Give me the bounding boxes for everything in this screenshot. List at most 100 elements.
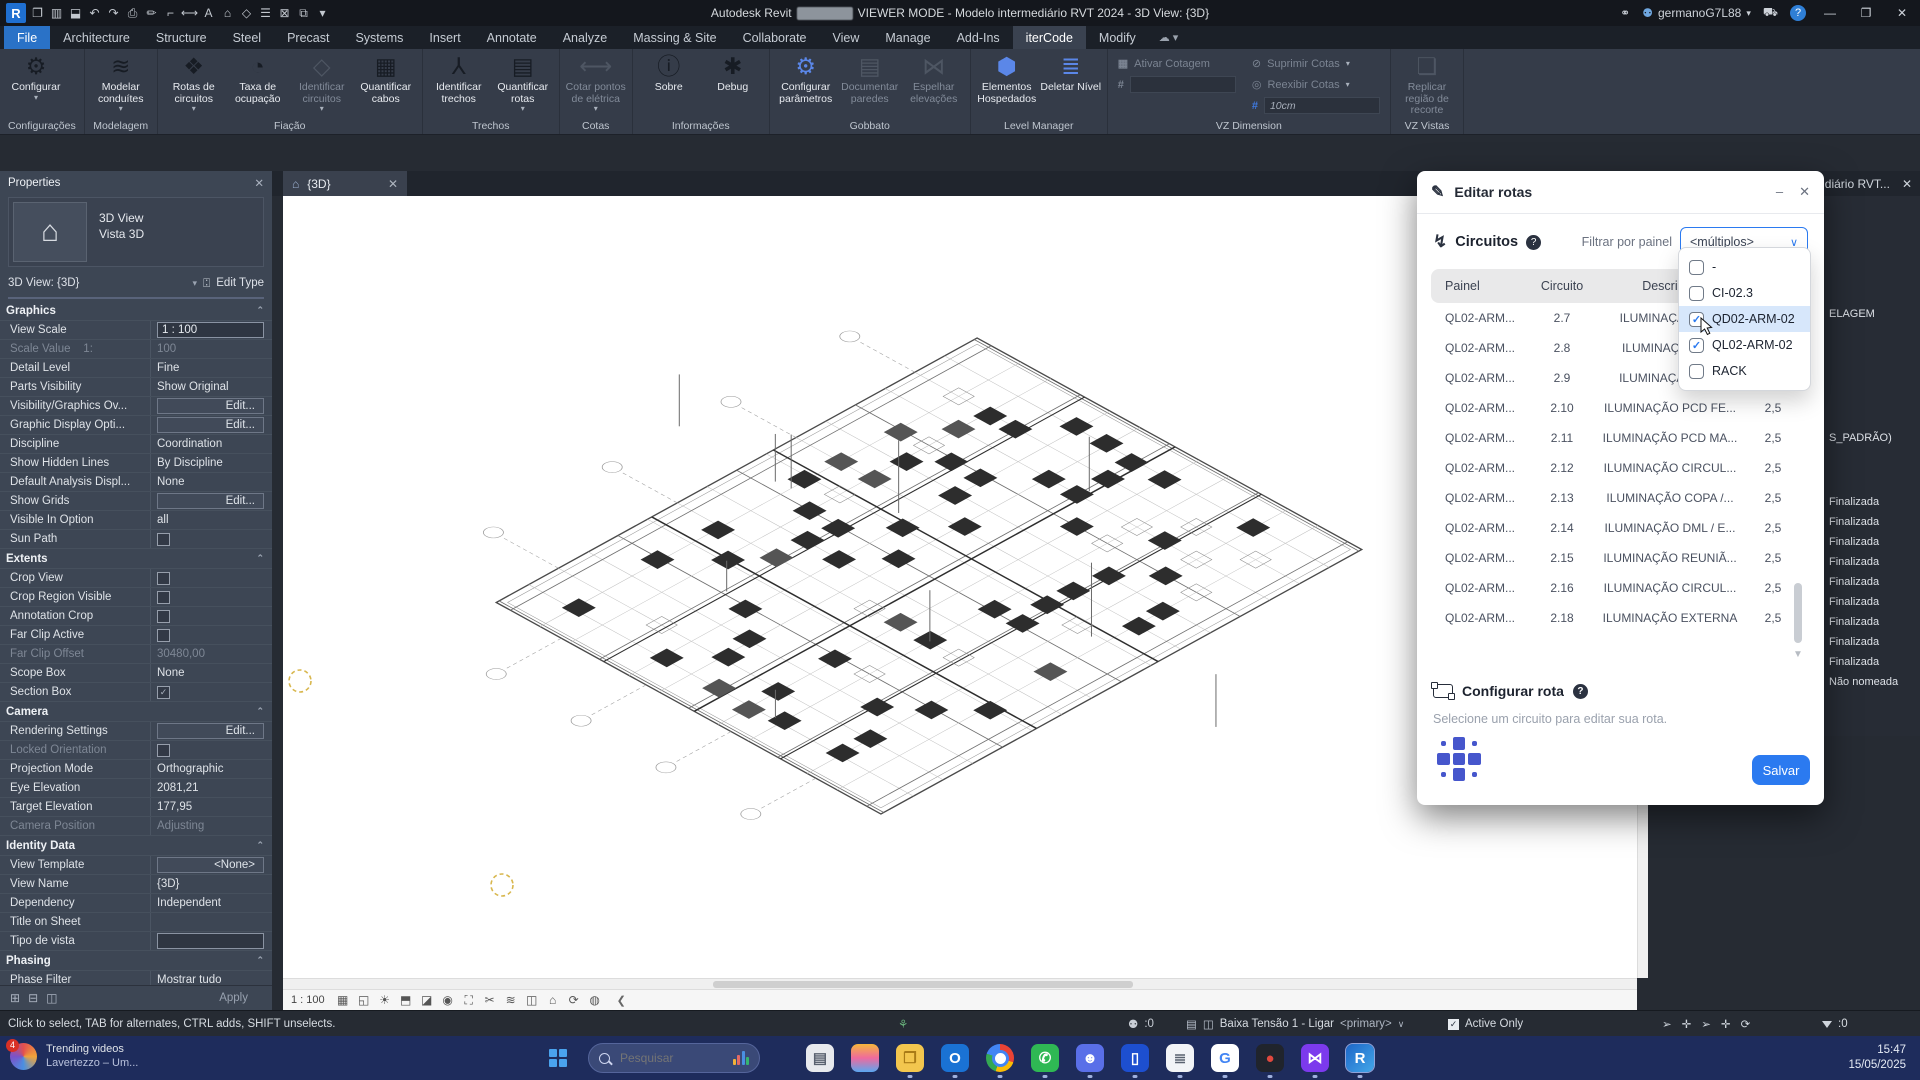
ribbon-button-sobre[interactable]: ⓘSobre	[637, 51, 701, 119]
circuit-row[interactable]: QL02-ARM...2.14ILUMINAÇÃO DML / E...2,5	[1431, 513, 1808, 543]
property-value[interactable]: None	[157, 476, 185, 488]
workset-control[interactable]: ▤ ◫ Baixa Tensão 1 - Ligar <primary> ∨	[1186, 1011, 1404, 1037]
qat-icon[interactable]: A	[199, 3, 218, 23]
edit-button[interactable]: Edit...	[157, 398, 264, 414]
edit-button[interactable]: <None>	[157, 857, 264, 873]
minimize-button[interactable]: —	[1818, 6, 1842, 20]
dimension-value-input[interactable]: 10cm	[1264, 97, 1380, 114]
table-scrollbar[interactable]	[1794, 583, 1802, 643]
visual-studio-icon[interactable]: ⋈	[1301, 1044, 1329, 1072]
news-widget[interactable]: 4 Trending videos Lavertezzo – Um...	[10, 1042, 138, 1070]
qat-icon[interactable]: ⟷	[180, 3, 199, 23]
edit-button[interactable]: Edit...	[157, 417, 264, 433]
checkbox[interactable]: ✓	[157, 686, 170, 699]
view-control-icon[interactable]: ⛶	[460, 993, 478, 1008]
ribbon-tab-insert[interactable]: Insert	[416, 26, 473, 49]
help-icon[interactable]: ?	[1790, 5, 1806, 21]
save-button[interactable]: Salvar	[1752, 755, 1810, 785]
ribbon-tab-architecture[interactable]: Architecture	[50, 26, 143, 49]
checkbox[interactable]	[1689, 260, 1704, 275]
ribbon-tab-massing-site[interactable]: Massing & Site	[620, 26, 729, 49]
ribbon-button-deletar-nivel[interactable]: ≣Deletar Nível	[1039, 51, 1103, 119]
qat-icon[interactable]: ▾	[313, 3, 332, 23]
ribbon-button-configurar-parametros[interactable]: ⚙Configurar parâmetros	[774, 51, 838, 119]
property-value[interactable]: {3D}	[157, 878, 179, 890]
properties-close-icon[interactable]: ✕	[254, 176, 264, 190]
user-menu[interactable]: ⚉ germanoG7L88 ▾	[1642, 6, 1751, 20]
ribbon-button-elementos-hospedados[interactable]: ⬢Elementos Hospedados	[975, 51, 1039, 119]
filter-option-ql02-arm-02[interactable]: ✓QL02-ARM-02	[1679, 332, 1810, 358]
taskbar-clock[interactable]: 15:47 15/05/2025	[1848, 1043, 1906, 1073]
dialog-minimize-button[interactable]: –	[1776, 184, 1783, 200]
suprimir-cotas-button[interactable]: ⊘Suprimir Cotas▾	[1252, 55, 1380, 72]
view-control-icon[interactable]: ◱	[355, 993, 373, 1008]
cart-icon[interactable]: ⛟	[1763, 5, 1778, 21]
taskbar-search[interactable]	[588, 1043, 760, 1073]
column-header[interactable]: Circuito	[1527, 279, 1597, 293]
view-tab-background[interactable]: diário RVT...	[1825, 177, 1890, 191]
apply-button[interactable]: Apply	[205, 992, 262, 1004]
ribbon-tab-precast[interactable]: Precast	[274, 26, 342, 49]
cloud-menu[interactable]: ☁ ▾	[1149, 26, 1189, 49]
circuit-row[interactable]: QL02-ARM...2.13ILUMINAÇÃO COPA /...2,5	[1431, 483, 1808, 513]
checkbox[interactable]	[1689, 364, 1704, 379]
help-icon[interactable]: ?	[1573, 684, 1588, 699]
selection-tool-icon[interactable]: ➢	[1701, 1017, 1711, 1031]
ribbon-button-modelar-conduites[interactable]: ≋Modelar conduítes▾	[89, 51, 153, 119]
notes-icon[interactable]: ≣	[1166, 1044, 1194, 1072]
previous-icon[interactable]: ❮	[617, 994, 626, 1007]
close-icon[interactable]: ✕	[1902, 177, 1912, 191]
properties-list-icon[interactable]: ⊟	[28, 991, 38, 1005]
ribbon-button-debug[interactable]: ✱Debug	[701, 51, 765, 119]
property-value[interactable]: Show Original	[157, 381, 229, 393]
circuit-row[interactable]: QL02-ARM...2.11ILUMINAÇÃO PCD MA...2,5	[1431, 423, 1808, 453]
revit-icon[interactable]: R	[1346, 1044, 1374, 1072]
ribbon-tab-structure[interactable]: Structure	[143, 26, 220, 49]
ribbon-tab-collaborate[interactable]: Collaborate	[730, 26, 820, 49]
circuit-row[interactable]: QL02-ARM...2.12ILUMINAÇÃO CIRCUL...2,5	[1431, 453, 1808, 483]
qat-icon[interactable]: ↷	[104, 3, 123, 23]
ribbon-tab-analyze[interactable]: Analyze	[550, 26, 620, 49]
dialog-close-button[interactable]: ✕	[1799, 184, 1810, 200]
checkbox[interactable]	[157, 629, 170, 642]
ribbon-tab-add-ins[interactable]: Add-Ins	[944, 26, 1013, 49]
view-tab-3d[interactable]: ⌂ {3D} ✕	[283, 171, 407, 196]
edit-button[interactable]: Edit...	[157, 493, 264, 509]
qat-icon[interactable]: ↶	[85, 3, 104, 23]
qat-icon[interactable]: ❐	[28, 3, 47, 23]
close-button[interactable]: ✕	[1890, 6, 1914, 20]
property-value-field[interactable]: 1 : 100	[157, 322, 264, 338]
ribbon-tab-manage[interactable]: Manage	[872, 26, 943, 49]
help-icon[interactable]: ?	[1526, 235, 1541, 250]
circuit-row[interactable]: QL02-ARM...2.18ILUMINAÇÃO EXTERNA2,5	[1431, 603, 1808, 633]
view-control-icon[interactable]: ◫	[523, 993, 541, 1008]
ribbon-button-taxa-de-ocupacao[interactable]: ◔Taxa de ocupação	[226, 51, 290, 119]
ribbon-tab-itercode[interactable]: iterCode	[1013, 26, 1086, 49]
property-value[interactable]: None	[157, 667, 185, 679]
selection-tool-icon[interactable]: ✛	[1682, 1017, 1692, 1031]
property-value[interactable]: 177,95	[157, 801, 192, 813]
property-value[interactable]: 2081,21	[157, 782, 199, 794]
revit-logo-icon[interactable]: R	[6, 3, 26, 23]
ribbon-tab-steel[interactable]: Steel	[220, 26, 275, 49]
type-selector[interactable]: ⌂ 3D View Vista 3D	[8, 197, 264, 267]
scroll-down-icon[interactable]: ▼	[1793, 649, 1803, 660]
qat-icon[interactable]: ⎙	[123, 3, 142, 23]
property-value[interactable]: Orthographic	[157, 763, 223, 775]
view-control-icon[interactable]: ◪	[418, 993, 436, 1008]
dimension-input[interactable]	[1130, 76, 1236, 93]
ribbon-tab-annotate[interactable]: Annotate	[474, 26, 550, 49]
filter-option-qd02-arm-02[interactable]: ✓QD02-ARM-02	[1679, 306, 1810, 332]
edit-type-button[interactable]: Edit Type	[216, 277, 264, 289]
messenger-icon[interactable]: ☻	[1076, 1044, 1104, 1072]
ribbon-tab-modify[interactable]: Modify	[1086, 26, 1149, 49]
section-header-identity-data[interactable]: Identity Data⌃	[0, 836, 272, 856]
filter-option-rack[interactable]: RACK	[1679, 358, 1810, 384]
close-icon[interactable]: ✕	[388, 177, 398, 191]
explorer-icon[interactable]: ❒	[896, 1044, 924, 1072]
msn-icon[interactable]	[851, 1044, 879, 1072]
ribbon-button-rotas-de-circuitos[interactable]: ❖Rotas de circuitos▾	[162, 51, 226, 119]
checkbox[interactable]	[157, 591, 170, 604]
section-header-phasing[interactable]: Phasing⌃	[0, 951, 272, 971]
view-control-icon[interactable]: ▦	[334, 993, 352, 1008]
